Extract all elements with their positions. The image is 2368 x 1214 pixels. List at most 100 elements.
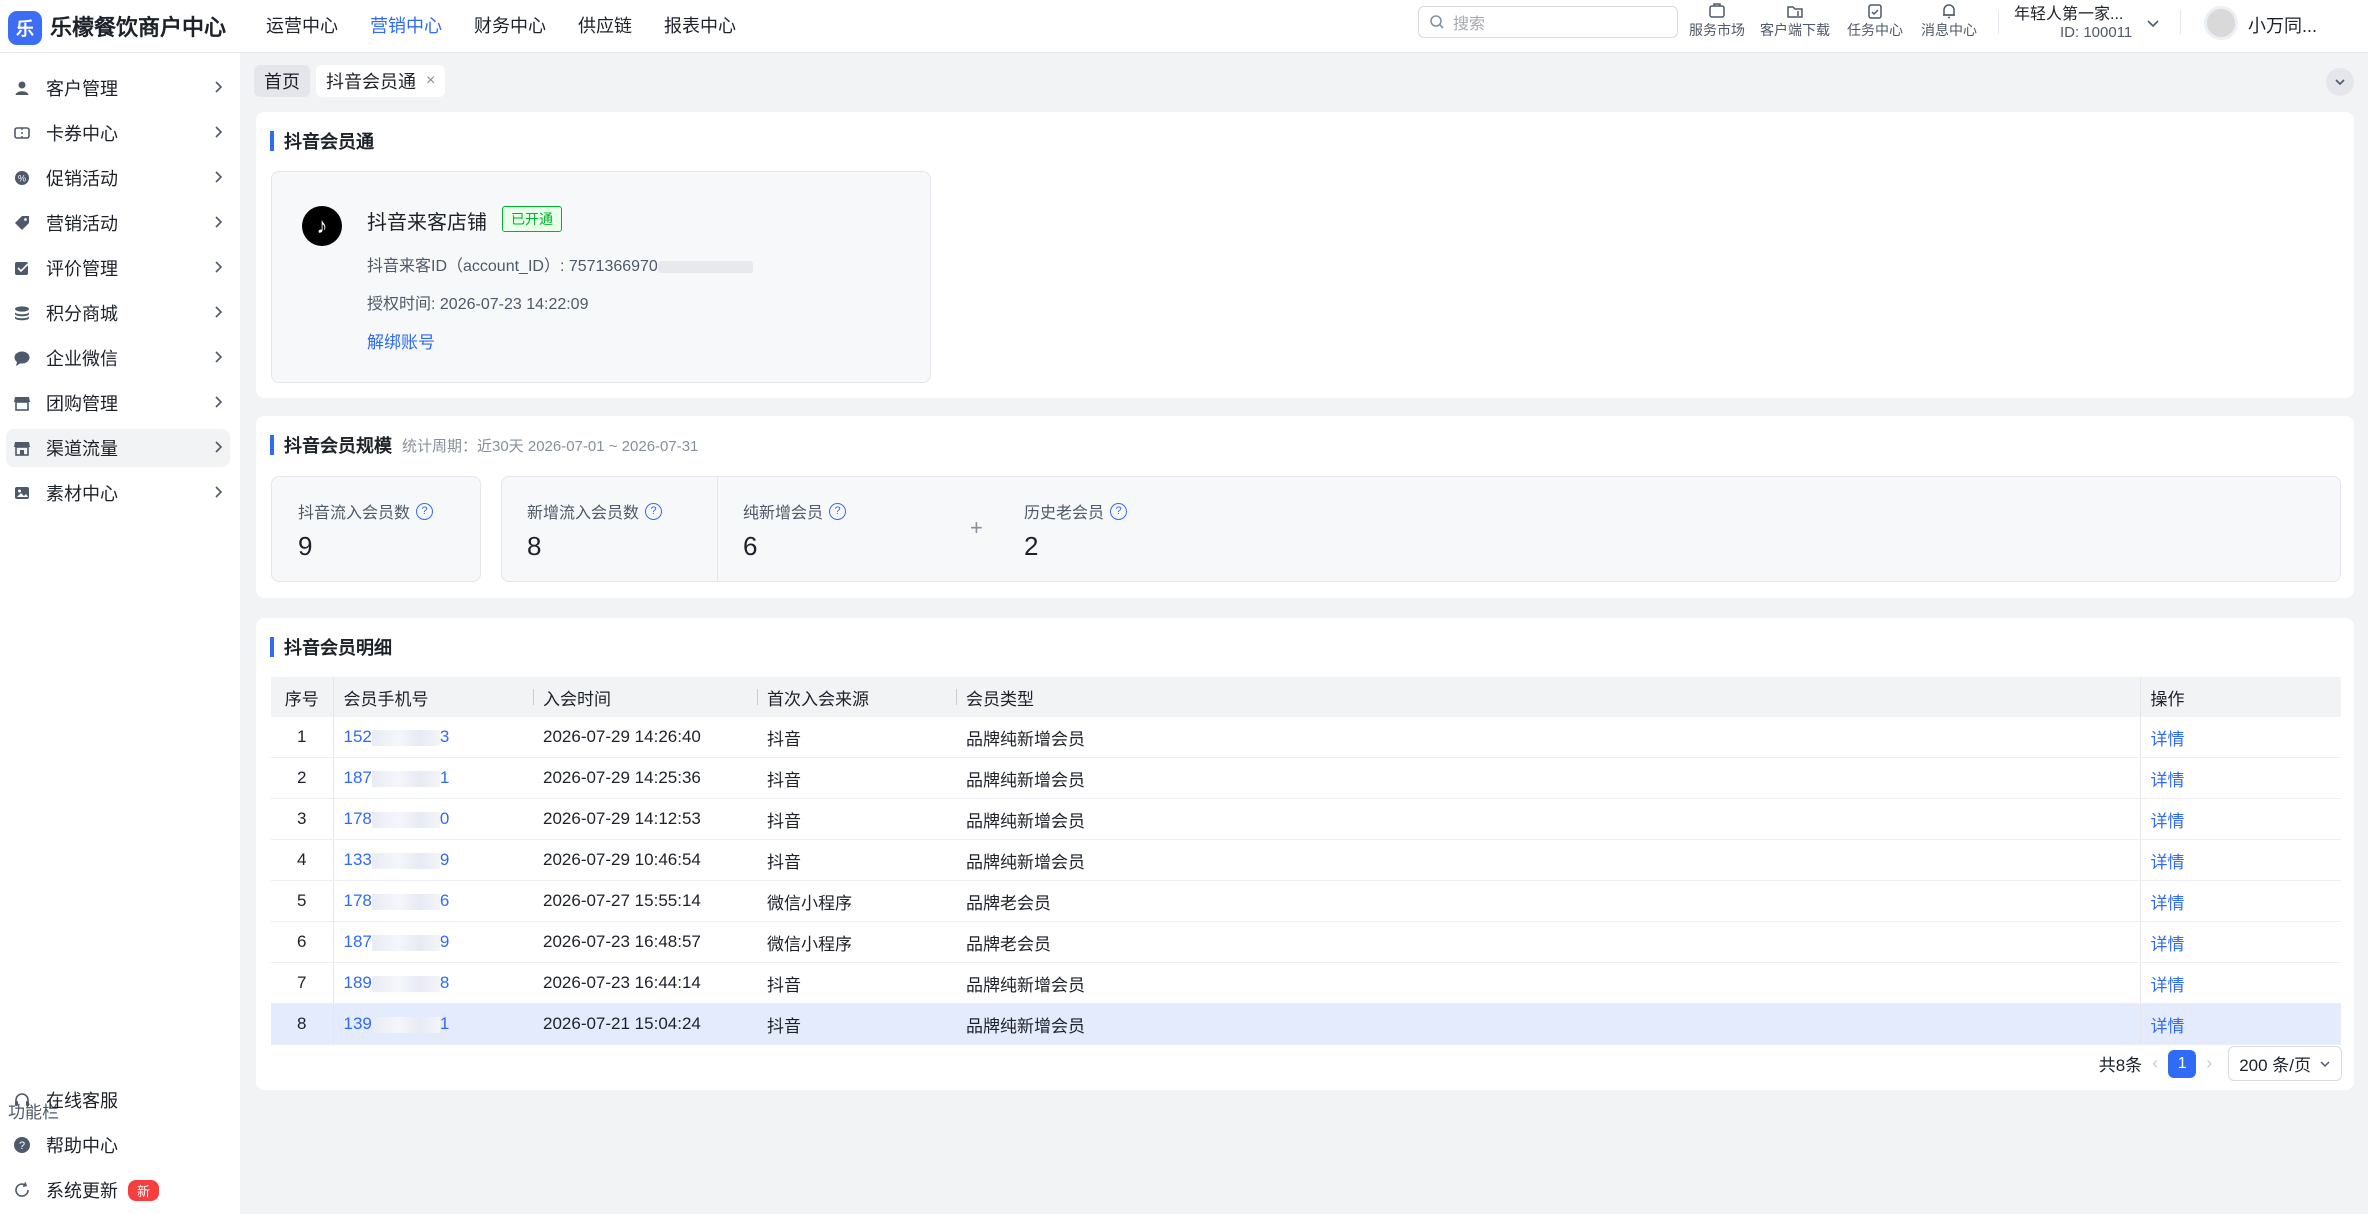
- tab-douyin-member[interactable]: 抖音会员通 ×: [316, 65, 446, 97]
- service-market-button[interactable]: 服务市场: [1682, 0, 1752, 40]
- chevron-right-icon: [212, 212, 224, 235]
- detail-link[interactable]: 详情: [2139, 921, 2341, 963]
- sidebar-item-9[interactable]: 渠道流量: [6, 429, 230, 467]
- search-input[interactable]: 搜索: [1418, 6, 1678, 38]
- auth-time-value: 2026-07-23 14:22:09: [439, 296, 589, 313]
- bell-icon: [1943, 4, 1955, 19]
- unbind-account-link[interactable]: 解绑账号: [367, 328, 435, 353]
- coins-icon: [12, 303, 32, 323]
- member-phone-link[interactable]: 133 9: [333, 839, 533, 881]
- help-icon[interactable]: ?: [645, 502, 663, 520]
- member-type-cell: 品牌纯新增会员: [956, 962, 2140, 1004]
- account-divider: [2180, 10, 2181, 34]
- col-header-join-time: 入会时间: [533, 677, 757, 717]
- sidebar-item-system-update[interactable]: 系统更新 新: [6, 1171, 230, 1209]
- page-tabs: 首页 抖音会员通 ×: [254, 65, 451, 99]
- message-center-label: 消息中心: [1921, 22, 1977, 38]
- sidebar-item-label: 渠道流量: [46, 439, 118, 459]
- member-phone-link[interactable]: 139 1: [333, 1003, 533, 1045]
- sidebar-item-6[interactable]: 积分商城: [6, 294, 230, 332]
- auth-time-line: 授权时间: 2026-07-23 14:22:09: [367, 290, 588, 314]
- detail-link[interactable]: 详情: [2139, 798, 2341, 840]
- sidebar-item-3[interactable]: % 促销活动: [6, 159, 230, 197]
- sidebar-item-help-center[interactable]: ? 帮助中心: [6, 1126, 230, 1164]
- member-phone-link[interactable]: 189 8: [333, 962, 533, 1004]
- stat-divider: [717, 477, 718, 581]
- row-index: 5: [271, 880, 334, 922]
- phone-mask: [371, 852, 440, 869]
- nav-finance[interactable]: 财务中心: [474, 12, 546, 38]
- top-nav: 运营中心 营销中心 财务中心 供应链 报表中心: [266, 12, 768, 38]
- detail-link[interactable]: 详情: [2139, 1003, 2341, 1045]
- detail-link[interactable]: 详情: [2139, 880, 2341, 922]
- tab-home[interactable]: 首页: [254, 65, 310, 97]
- section-title: 抖音会员通: [284, 132, 374, 152]
- sidebar-item-7[interactable]: 企业微信: [6, 339, 230, 377]
- page-number[interactable]: 1: [2168, 1049, 2197, 1078]
- stat-total-inflow: 抖音流入会员数? 9: [271, 476, 481, 582]
- shop-name[interactable]: 年轻人第一家...: [2014, 0, 2123, 24]
- detail-link[interactable]: 详情: [2139, 757, 2341, 799]
- sidebar-item-5[interactable]: 评价管理: [6, 249, 230, 287]
- sidebar-item-10[interactable]: 素材中心: [6, 474, 230, 512]
- nav-operations[interactable]: 运营中心: [266, 12, 338, 38]
- chevron-down-icon: [2335, 79, 2345, 86]
- close-icon[interactable]: ×: [426, 72, 435, 90]
- message-center-button[interactable]: 消息中心: [1914, 0, 1984, 40]
- client-download-button[interactable]: 客户端下载: [1760, 0, 1830, 40]
- user-name[interactable]: 小万同...: [2248, 12, 2317, 38]
- prev-page-icon[interactable]: ‹: [2152, 1053, 2158, 1074]
- table-row: 5 178 6 2026-07-27 15:55:14 微信小程序 品牌老会员 详情: [271, 880, 2341, 922]
- stat-value: 9: [298, 531, 313, 561]
- detail-link[interactable]: 详情: [2139, 717, 2341, 758]
- sidebar-item-online-service[interactable]: 在线客服: [6, 1081, 230, 1119]
- member-phone-link[interactable]: 178 6: [333, 880, 533, 922]
- avatar[interactable]: [2204, 6, 2238, 40]
- nav-marketing[interactable]: 营销中心: [370, 12, 442, 38]
- table-row: 6 187 9 2026-07-23 16:48:57 微信小程序 品牌老会员 详情: [271, 921, 2341, 963]
- sidebar-item-4[interactable]: 营销活动: [6, 204, 230, 242]
- sidebar-item-label: 营销活动: [46, 214, 118, 234]
- member-phone-link[interactable]: 152 3: [333, 717, 533, 758]
- sidebar-item-8[interactable]: 团购管理: [6, 384, 230, 422]
- detail-link[interactable]: 详情: [2139, 962, 2341, 1004]
- nav-supply-chain[interactable]: 供应链: [578, 12, 632, 38]
- page-size-select[interactable]: 200 条/页: [2228, 1046, 2342, 1081]
- join-time-cell: 2026-07-29 14:25:36: [533, 757, 757, 799]
- stat-period: 统计周期：近30天 2026-07-01 ~ 2026-07-31: [402, 437, 699, 455]
- table-row: 2 187 1 2026-07-29 14:25:36 抖音 品牌纯新增会员 详情: [271, 757, 2341, 799]
- title-accent-bar: [270, 435, 274, 455]
- help-icon[interactable]: ?: [1110, 502, 1128, 520]
- member-phone-link[interactable]: 178 0: [333, 798, 533, 840]
- task-center-button[interactable]: 任务中心: [1840, 0, 1910, 40]
- member-phone-link[interactable]: 187 1: [333, 757, 533, 799]
- nav-reports[interactable]: 报表中心: [664, 12, 736, 38]
- stat-label: 历史老会员: [1024, 505, 1105, 522]
- col-header-action: 操作: [2139, 677, 2341, 717]
- detail-link[interactable]: 详情: [2139, 839, 2341, 881]
- chevron-right-icon: [212, 482, 224, 505]
- masked-id: [657, 260, 753, 273]
- member-phone-link[interactable]: 187 9: [333, 921, 533, 963]
- stat-value: 8: [527, 531, 542, 561]
- search-icon: [1430, 15, 1444, 29]
- collapse-tabs-button[interactable]: [2326, 68, 2354, 96]
- chevron-right-icon: [212, 302, 224, 325]
- channel-icon: [12, 438, 32, 458]
- join-time-cell: 2026-07-29 14:26:40: [533, 717, 757, 758]
- next-page-icon[interactable]: ›: [2206, 1053, 2212, 1074]
- sidebar-item-label: 帮助中心: [46, 1136, 118, 1156]
- page-size-value: 200 条/页: [2239, 1056, 2311, 1075]
- join-time-cell: 2026-07-29 10:46:54: [533, 839, 757, 881]
- section-title: 抖音会员明细: [284, 638, 392, 658]
- sidebar-item-1[interactable]: 客户管理: [6, 69, 230, 107]
- help-icon[interactable]: ?: [416, 502, 434, 520]
- row-index: 4: [271, 839, 334, 881]
- chevron-down-icon[interactable]: [2146, 16, 2160, 30]
- help-icon[interactable]: ?: [829, 502, 847, 520]
- review-icon: [12, 258, 32, 278]
- sidebar-item-2[interactable]: 卡券中心: [6, 114, 230, 152]
- svg-text:%: %: [18, 174, 26, 184]
- account-id-line: 抖音来客ID（account_ID）: 7571366970: [367, 252, 753, 276]
- member-type-cell: 品牌老会员: [956, 921, 2140, 963]
